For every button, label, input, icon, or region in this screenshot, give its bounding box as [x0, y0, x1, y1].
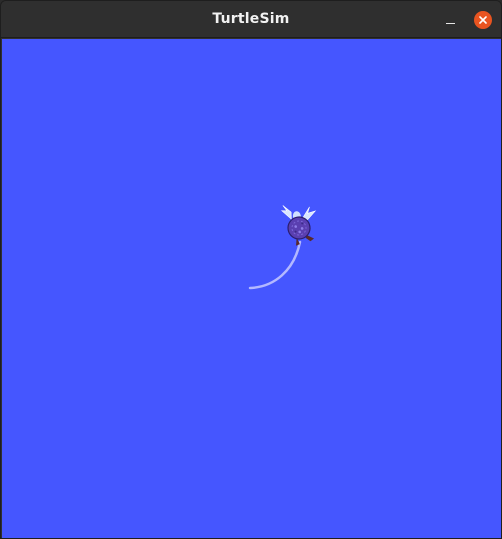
turtle-canvas	[2, 39, 501, 538]
window-title: TurtleSim	[212, 11, 290, 27]
turtle-canvas-drawing	[2, 39, 501, 538]
minimize-button[interactable]	[440, 9, 462, 31]
close-icon	[479, 16, 487, 24]
close-button[interactable]	[474, 11, 492, 29]
turtlesim-window: TurtleSim	[0, 0, 502, 539]
title-bar[interactable]: TurtleSim	[1, 1, 501, 38]
